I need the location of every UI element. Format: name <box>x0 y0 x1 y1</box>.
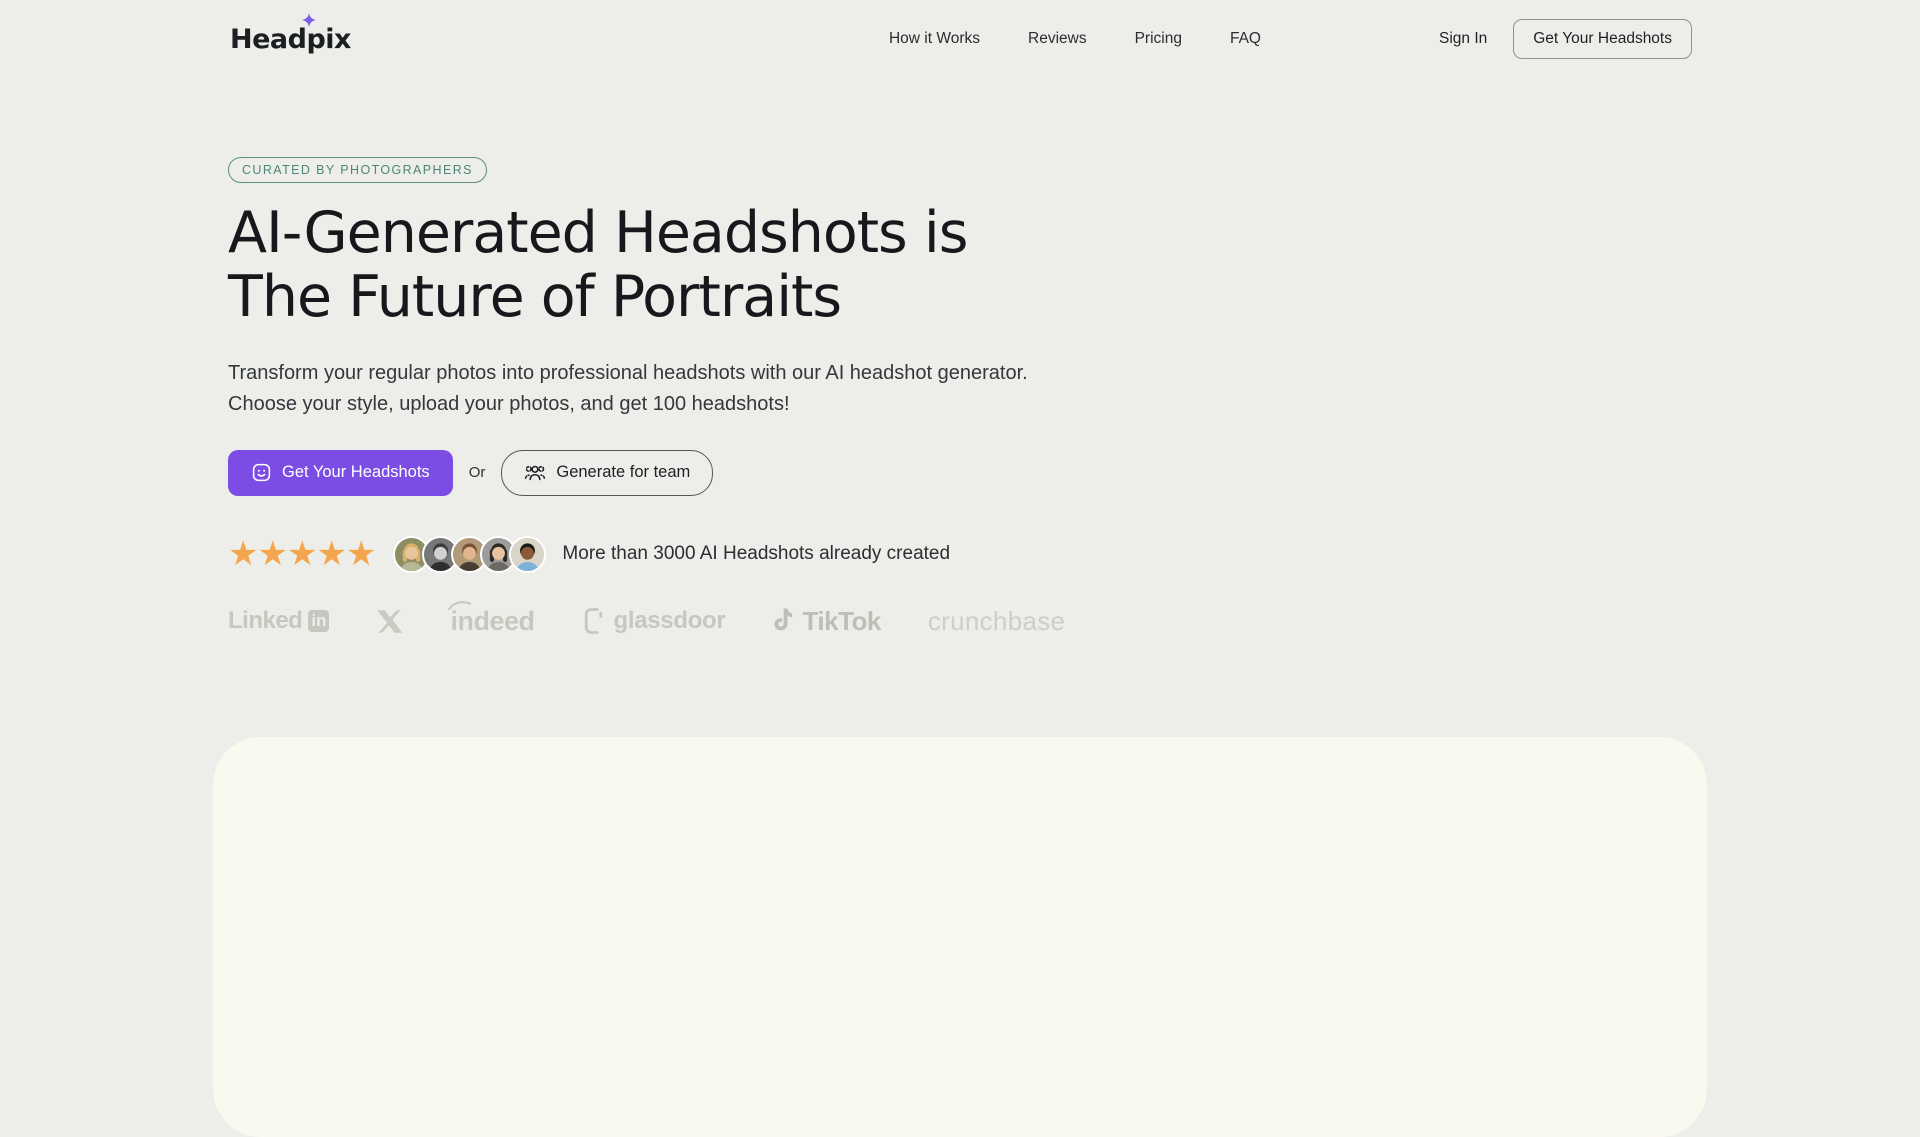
glassdoor-logo: glassdoor <box>581 606 725 636</box>
star-icon: ★ <box>287 535 316 573</box>
tiktok-wordmark: TikTok <box>802 606 880 637</box>
hero-description-line-1: Transform your regular photos into profe… <box>228 358 1920 389</box>
nav-link-how-it-works[interactable]: How it Works <box>889 30 980 48</box>
headpix-logo[interactable]: Headpix <box>230 24 351 55</box>
linkedin-logo: Linked in <box>228 607 329 635</box>
nav-link-faq[interactable]: FAQ <box>1230 30 1261 48</box>
primary-cta-label: Get Your Headshots <box>282 463 430 482</box>
five-star-rating: ★★★★★ <box>228 537 375 571</box>
social-proof-text: More than 3000 AI Headshots already crea… <box>562 543 950 565</box>
generate-for-team-button[interactable]: Generate for team <box>501 450 713 496</box>
star-icon: ★ <box>346 535 375 573</box>
content-panel <box>213 737 1707 1137</box>
social-proof-row: ★★★★★ <box>228 536 1920 573</box>
page-title: AI-Generated Headshots is The Future of … <box>228 201 1920 330</box>
indeed-logo: indeed <box>450 606 534 637</box>
secondary-cta-label: Generate for team <box>556 463 690 482</box>
team-users-icon <box>524 462 546 484</box>
star-icon: ★ <box>228 535 257 573</box>
nav-link-pricing[interactable]: Pricing <box>1135 30 1182 48</box>
tiktok-note-icon <box>772 607 796 635</box>
star-icon: ★ <box>316 535 345 573</box>
x-logo <box>376 608 403 635</box>
curated-badge: CURATED BY PHOTOGRAPHERS <box>228 157 487 183</box>
x-icon <box>376 608 403 635</box>
nav-link-reviews[interactable]: Reviews <box>1028 30 1087 48</box>
header-get-headshots-button[interactable]: Get Your Headshots <box>1513 19 1692 59</box>
title-line-1: AI-Generated Headshots is <box>228 201 1920 265</box>
sign-in-link[interactable]: Sign In <box>1439 30 1487 48</box>
linkedin-wordmark: Linked <box>228 607 302 635</box>
smiley-photo-icon <box>251 462 272 483</box>
brand-logo-strip: Linked in indeed glassdoor TikT <box>228 606 1920 637</box>
crunchbase-logo: crunchbase <box>928 606 1065 637</box>
indeed-arc-icon <box>448 599 472 611</box>
linkedin-in-icon: in <box>308 610 329 632</box>
crunchbase-wordmark: crunchbase <box>928 606 1065 637</box>
avatar-stack <box>393 536 546 573</box>
glassdoor-door-icon <box>581 606 607 636</box>
hero-description: Transform your regular photos into profe… <box>228 358 1920 420</box>
sparkle-icon <box>302 13 316 27</box>
tiktok-logo: TikTok <box>772 606 880 637</box>
glassdoor-wordmark: glassdoor <box>613 607 725 635</box>
get-your-headshots-button[interactable]: Get Your Headshots <box>228 450 453 496</box>
hero-section: CURATED BY PHOTOGRAPHERS AI-Generated He… <box>0 68 1920 637</box>
header-right: Sign In Get Your Headshots <box>1439 19 1692 59</box>
title-line-2: The Future of Portraits <box>228 265 1920 329</box>
main-nav: How it Works Reviews Pricing FAQ <box>889 30 1261 48</box>
or-text: Or <box>469 464 486 481</box>
header: Headpix How it Works Reviews Pricing FAQ Si… <box>0 0 1920 68</box>
logo-text: Headpix <box>230 24 351 55</box>
hero-description-line-2: Choose your style, upload your photos, a… <box>228 389 1920 420</box>
star-icon: ★ <box>257 535 286 573</box>
cta-row: Get Your Headshots Or Generate for team <box>228 450 1920 496</box>
avatar <box>509 536 546 573</box>
